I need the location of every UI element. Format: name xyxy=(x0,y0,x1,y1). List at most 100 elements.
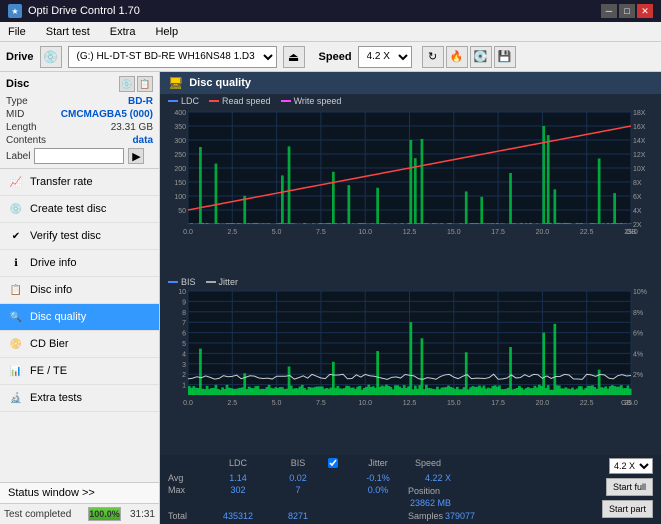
ldc-dot xyxy=(168,100,178,102)
transfer-rate-label: Transfer rate xyxy=(30,176,93,188)
disc-quality-header: 🖥 Disc quality xyxy=(160,72,661,94)
sidebar-item-transfer-rate[interactable]: 📈 Transfer rate xyxy=(0,169,159,196)
app-title: Opti Drive Control 1.70 xyxy=(28,5,140,17)
svg-text:1: 1 xyxy=(182,382,186,389)
titlebar: ★ Opti Drive Control 1.70 ─ □ ✕ xyxy=(0,0,661,22)
stats-speed-header: Speed xyxy=(408,458,448,471)
avg-label: Avg xyxy=(168,473,208,483)
status-window-button[interactable]: Status window >> xyxy=(0,483,159,504)
disc-label-row: Label ▶ xyxy=(6,148,153,164)
status-window-label: Status window >> xyxy=(8,487,95,499)
drive-info-icon: ℹ xyxy=(8,255,24,271)
avg-jitter: -0.1% xyxy=(348,473,408,483)
svg-text:17.5: 17.5 xyxy=(491,229,505,236)
svg-text:2: 2 xyxy=(182,372,186,379)
menu-file[interactable]: File xyxy=(4,25,30,39)
status-time: 31:31 xyxy=(125,509,155,520)
svg-text:15.0: 15.0 xyxy=(447,229,461,236)
close-button[interactable]: ✕ xyxy=(637,4,653,18)
sidebar-item-drive-info[interactable]: ℹ Drive info xyxy=(0,250,159,277)
disc-header-icons: 💿 📋 xyxy=(119,76,153,92)
drive-select[interactable]: (G:) HL-DT-ST BD-RE WH16NS48 1.D3 xyxy=(68,46,277,68)
create-test-disc-icon: 💿 xyxy=(8,201,24,217)
sidebar-item-disc-quality[interactable]: 🔍 Disc quality xyxy=(0,304,159,331)
stats-headers: LDC BIS Jitter Speed xyxy=(168,458,555,471)
disc-eject-icon[interactable]: 💿 xyxy=(119,76,135,92)
stats-ldc-header: LDC xyxy=(208,458,268,471)
sidebar: Disc 💿 📋 Type BD-R MID CMCMAGBA5 (000) L… xyxy=(0,72,160,524)
speed-label: Speed xyxy=(319,51,352,63)
stats-avg-row: Avg 1.14 0.02 -0.1% 4.22 X xyxy=(168,473,555,483)
maximize-button[interactable]: □ xyxy=(619,4,635,18)
max-jitter-spacer xyxy=(328,485,348,509)
svg-text:4%: 4% xyxy=(633,351,643,358)
eject-button[interactable]: ⏏ xyxy=(283,46,305,68)
menu-extra[interactable]: Extra xyxy=(106,25,140,39)
app-icon: ★ xyxy=(8,4,22,18)
start-full-button[interactable]: Start full xyxy=(606,478,653,496)
svg-text:6: 6 xyxy=(182,330,186,337)
disc-info-nav-icon: 📋 xyxy=(8,282,24,298)
svg-text:7.5: 7.5 xyxy=(316,229,326,236)
titlebar-left: ★ Opti Drive Control 1.70 xyxy=(8,4,140,18)
legend-ldc: LDC xyxy=(168,96,199,106)
start-part-button[interactable]: Start part xyxy=(602,500,653,518)
disc-quality-icon: 🔍 xyxy=(8,309,24,325)
jitter-dot xyxy=(206,281,216,283)
svg-text:10.0: 10.0 xyxy=(358,229,372,236)
svg-text:4: 4 xyxy=(182,351,186,358)
sidebar-item-cd-bier[interactable]: 📀 CD Bier xyxy=(0,331,159,358)
read-label: Read speed xyxy=(222,96,271,106)
bis-label: BIS xyxy=(181,277,196,287)
svg-text:20.0: 20.0 xyxy=(536,229,550,236)
position-value: 23862 MB xyxy=(410,498,451,508)
minimize-button[interactable]: ─ xyxy=(601,4,617,18)
label-go-button[interactable]: ▶ xyxy=(128,148,144,164)
menu-start-test[interactable]: Start test xyxy=(42,25,94,39)
svg-text:100: 100 xyxy=(174,194,186,201)
sidebar-item-create-test-disc[interactable]: 💿 Create test disc xyxy=(0,196,159,223)
disc-type-row: Type BD-R xyxy=(6,96,153,107)
stats-right-panel: 4.2 X Start full Start part xyxy=(563,458,653,518)
menubar: File Start test Extra Help xyxy=(0,22,661,42)
speed-dropdown[interactable]: 4.2 X xyxy=(609,458,653,474)
disc-mid-value: CMCMAGBA5 (000) xyxy=(61,109,153,120)
svg-text:12X: 12X xyxy=(633,152,646,159)
max-bis: 7 xyxy=(268,485,328,509)
disc-type-value: BD-R xyxy=(128,96,153,107)
legend-jitter: Jitter xyxy=(206,277,239,287)
burn-icon[interactable]: 🔥 xyxy=(446,46,468,68)
legend-write: Write speed xyxy=(281,96,342,106)
refresh-icon[interactable]: ↻ xyxy=(422,46,444,68)
disc-info-icon[interactable]: 📋 xyxy=(137,76,153,92)
sidebar-item-verify-test-disc[interactable]: ✔ Verify test disc xyxy=(0,223,159,250)
svg-text:16X: 16X xyxy=(633,124,646,131)
disc-label-input[interactable] xyxy=(34,148,124,164)
total-ldc: 435312 xyxy=(208,511,268,521)
svg-text:6X: 6X xyxy=(633,194,642,201)
svg-text:10%: 10% xyxy=(633,289,647,296)
stats-jitter-header: Jitter xyxy=(348,458,408,471)
bottom-stats: LDC BIS Jitter Speed Avg 1.14 0.02 -0.1%… xyxy=(160,455,661,524)
extra-tests-icon: 🔬 xyxy=(8,390,24,406)
svg-text:22.5: 22.5 xyxy=(580,229,594,236)
sidebar-item-disc-info[interactable]: 📋 Disc info xyxy=(0,277,159,304)
svg-text:17.5: 17.5 xyxy=(491,400,505,407)
legend-bis: BIS xyxy=(168,277,196,287)
fe-te-icon: 📊 xyxy=(8,363,24,379)
save-icon[interactable]: 💾 xyxy=(494,46,516,68)
cd-bier-icon: 📀 xyxy=(8,336,24,352)
svg-text:250: 250 xyxy=(174,152,186,159)
sidebar-item-fe-te[interactable]: 📊 FE / TE xyxy=(0,358,159,385)
svg-text:2X: 2X xyxy=(633,222,642,229)
sidebar-item-extra-tests[interactable]: 🔬 Extra tests xyxy=(0,385,159,412)
disc-icon2[interactable]: 💽 xyxy=(470,46,492,68)
nav-items: 📈 Transfer rate 💿 Create test disc ✔ Ver… xyxy=(0,169,159,482)
menu-help[interactable]: Help xyxy=(151,25,182,39)
svg-text:0.0: 0.0 xyxy=(183,229,193,236)
extra-tests-label: Extra tests xyxy=(30,392,82,404)
jitter-checkbox[interactable] xyxy=(328,458,338,468)
speed-select[interactable]: 4.2 X 2.0 X 8.0 X xyxy=(358,46,412,68)
svg-text:200: 200 xyxy=(174,166,186,173)
fe-te-label: FE / TE xyxy=(30,365,67,377)
